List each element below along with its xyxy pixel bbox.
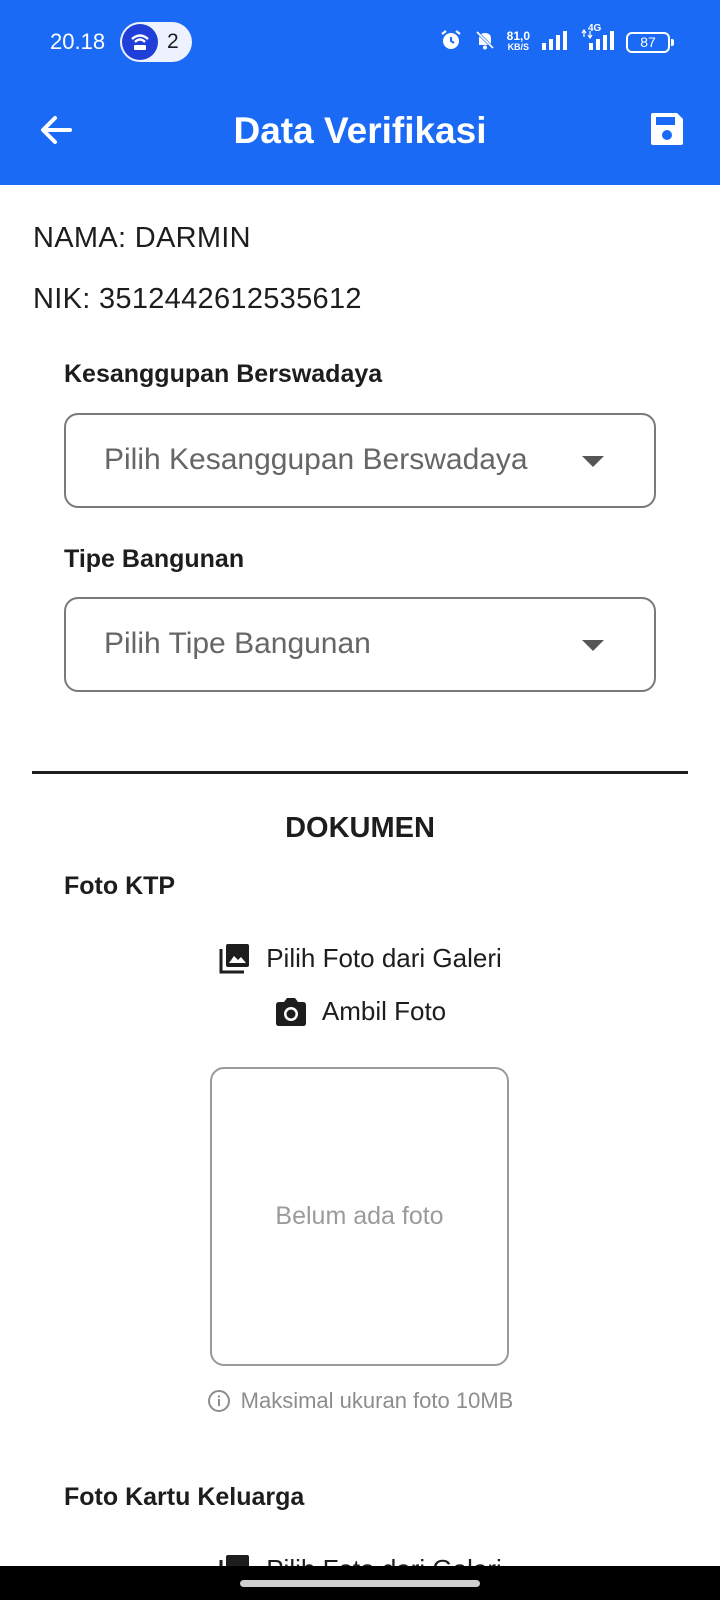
foto-kk-label: Foto Kartu Keluarga — [64, 1483, 305, 1511]
section-divider — [32, 771, 688, 774]
ktp-camera-button[interactable]: Ambil Foto — [0, 996, 720, 1027]
name-text: NAMA: DARMIN — [33, 222, 251, 254]
tipe-bangunan-placeholder: Pilih Tipe Bangunan — [104, 627, 371, 660]
ktp-photo-placeholder: Belum ada foto — [275, 1202, 444, 1230]
ktp-photo-preview: Belum ada foto — [210, 1067, 509, 1366]
system-nav-bar — [0, 1566, 720, 1600]
hotspot-count: 2 — [167, 30, 179, 53]
network-speed-unit: KB/S — [507, 42, 530, 52]
dokumen-title: DOKUMEN — [285, 812, 435, 844]
kesanggupan-label: Kesanggupan Berswadaya — [64, 360, 383, 388]
kesanggupan-placeholder: Pilih Kesanggupan Berswadaya — [104, 443, 528, 476]
info-icon — [207, 1390, 230, 1412]
photo-library-icon — [219, 944, 250, 974]
hotspot-icon — [122, 24, 158, 60]
tipe-bangunan-label: Tipe Bangunan — [64, 545, 245, 573]
app-bar: Data Verifikasi — [0, 84, 720, 185]
ktp-gallery-button[interactable]: Pilih Foto dari Galeri — [0, 941, 720, 975]
mute-notifications-icon — [473, 28, 497, 57]
home-gesture-handle[interactable] — [240, 1580, 480, 1587]
battery-indicator: 87 — [626, 31, 674, 53]
signal-4g-icon: 4G — [580, 23, 616, 56]
ktp-size-hint-text: Maksimal ukuran foto 10MB — [240, 1388, 514, 1413]
caret-down-icon — [582, 456, 604, 467]
status-bar: 20.18 2 81,0 KB/S 4G 87 — [0, 0, 720, 84]
floppy-disk-icon — [651, 113, 683, 145]
status-time: 20.18 — [50, 29, 106, 54]
ktp-size-hint: Maksimal ukuran foto 10MB — [0, 1388, 720, 1414]
network-speed-value: 81,0 — [506, 29, 530, 43]
network-type: 4G — [588, 22, 602, 34]
alarm-icon — [439, 28, 463, 57]
signal-icon — [540, 29, 570, 56]
network-speed: 81,0 KB/S — [506, 29, 530, 53]
tipe-bangunan-dropdown[interactable]: Pilih Tipe Bangunan — [64, 597, 656, 692]
ktp-camera-label: Ambil Foto — [321, 996, 447, 1026]
foto-ktp-label: Foto KTP — [64, 872, 176, 900]
hotspot-indicator: 2 — [120, 22, 192, 62]
save-button[interactable] — [644, 106, 690, 152]
caret-down-icon — [582, 640, 604, 651]
camera-icon — [275, 997, 306, 1026]
kesanggupan-dropdown[interactable]: Pilih Kesanggupan Berswadaya — [64, 413, 656, 508]
ktp-gallery-label: Pilih Foto dari Galeri — [266, 942, 502, 973]
page-title: Data Verifikasi — [233, 110, 487, 151]
nik-text: NIK: 3512442612535612 — [33, 283, 362, 315]
status-icons: 81,0 KB/S 4G 87 — [439, 23, 674, 58]
